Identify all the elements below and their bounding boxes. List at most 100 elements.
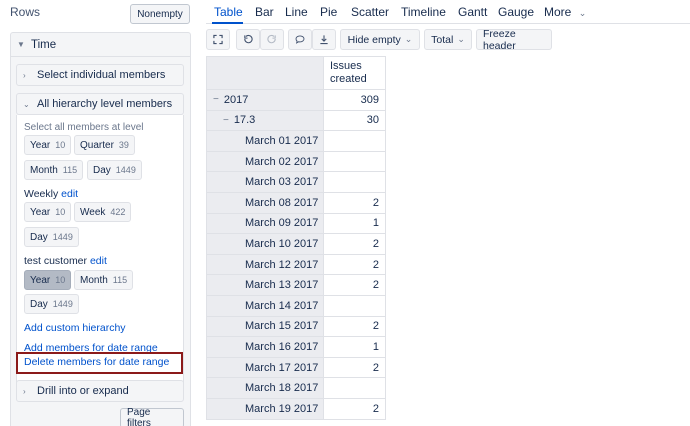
- custom-month-chip[interactable]: Month 115: [74, 270, 134, 290]
- value-cell: 309: [324, 90, 386, 111]
- drill-into-expand-section[interactable]: › Drill into or expand: [16, 380, 184, 402]
- tab-more[interactable]: More ⌄: [544, 5, 586, 19]
- custom-day-chip[interactable]: Day 1449: [24, 294, 79, 314]
- level-year-chip[interactable]: Year 10: [24, 135, 72, 155]
- row-label: March 17 2017: [245, 361, 319, 374]
- tab-timeline[interactable]: Timeline: [401, 5, 446, 19]
- hierarchy-name: test customer: [24, 255, 88, 267]
- select-individual-members-section[interactable]: › Select individual members: [16, 64, 184, 86]
- row-label: March 16 2017: [245, 340, 319, 353]
- column-header-line: Issues: [330, 60, 362, 72]
- nonempty-button[interactable]: Nonempty: [130, 4, 190, 24]
- value-cell: 2: [324, 316, 386, 338]
- value-cell: 2: [324, 275, 386, 296]
- value-cell: [324, 172, 386, 193]
- fullscreen-icon: [213, 34, 223, 45]
- tab-table[interactable]: Table: [214, 5, 243, 19]
- hide-empty-dropdown[interactable]: Hide empty ⌄: [340, 29, 420, 50]
- page-filters-button[interactable]: Page filters: [120, 407, 184, 426]
- chart-type-tabs: Table Bar Line Pie Scatter Timeline Gant…: [206, 0, 690, 24]
- level-quarter-chip[interactable]: Quarter 39: [74, 135, 135, 155]
- edit-custom-link[interactable]: edit: [90, 255, 107, 267]
- level-month-chip[interactable]: Month 115: [24, 160, 84, 180]
- row-label-cell[interactable]: March 13 2017: [206, 275, 324, 296]
- row-label: March 18 2017: [245, 382, 319, 395]
- level-name: Year: [30, 139, 51, 151]
- download-button[interactable]: [312, 29, 336, 50]
- chevron-down-icon: ▼: [17, 40, 25, 49]
- chevron-down-icon: ⌄: [578, 8, 587, 18]
- undo-button[interactable]: [236, 29, 260, 50]
- select-all-at-level-label: Select all members at level: [24, 122, 144, 133]
- row-label-cell[interactable]: March 09 2017: [206, 213, 324, 235]
- level-count: 10: [55, 140, 66, 150]
- chevron-right-icon: ›: [23, 386, 26, 396]
- row-label: March 03 2017: [245, 176, 319, 189]
- row-label-cell[interactable]: −17.3: [206, 110, 324, 132]
- value-cell: 1: [324, 213, 386, 235]
- total-label: Total: [431, 33, 454, 46]
- row-label: March 12 2017: [245, 258, 319, 271]
- row-label-cell[interactable]: March 18 2017: [206, 378, 324, 399]
- highlight-box: [16, 352, 183, 374]
- all-hierarchy-level-members-section[interactable]: ⌄ All hierarchy level members: [16, 93, 184, 115]
- weekly-week-chip[interactable]: Week 422: [74, 202, 132, 222]
- tab-gauge[interactable]: Gauge: [498, 5, 534, 19]
- weekly-hierarchy-label: Weekly edit: [24, 188, 78, 200]
- tab-bar[interactable]: Bar: [255, 5, 274, 19]
- tab-scatter[interactable]: Scatter: [351, 5, 389, 19]
- active-tab-indicator: [212, 22, 243, 24]
- level-count: 1449: [115, 165, 136, 175]
- add-custom-hierarchy-link[interactable]: Add custom hierarchy: [24, 322, 126, 334]
- collapse-icon[interactable]: −: [223, 115, 229, 126]
- weekly-year-chip[interactable]: Year 10: [24, 202, 72, 222]
- redo-icon: [267, 34, 276, 44]
- level-day-chip[interactable]: Day 1449: [87, 160, 142, 180]
- tab-pie[interactable]: Pie: [320, 5, 337, 19]
- hierarchy-name: Weekly: [24, 188, 59, 200]
- tab-gantt[interactable]: Gantt: [458, 5, 487, 19]
- row-label-cell[interactable]: March 15 2017: [206, 316, 324, 338]
- level-name: Year: [30, 206, 51, 218]
- row-label-cell[interactable]: March 16 2017: [206, 337, 324, 358]
- level-name: Day: [30, 231, 48, 243]
- row-label-cell[interactable]: March 10 2017: [206, 234, 324, 255]
- table-row: March 15 2017 2: [206, 316, 386, 338]
- value-cell: [324, 378, 386, 399]
- row-label-cell[interactable]: March 19 2017: [206, 399, 324, 420]
- table-row: −2017 309: [206, 90, 386, 111]
- fullscreen-button[interactable]: [206, 29, 230, 50]
- collapse-icon[interactable]: −: [213, 94, 219, 105]
- level-count: 422: [110, 207, 126, 217]
- custom-year-chip[interactable]: Year 10: [24, 270, 72, 290]
- row-label-cell[interactable]: March 03 2017: [206, 172, 324, 193]
- value-cell: 2: [324, 357, 386, 379]
- comment-button[interactable]: [288, 29, 312, 50]
- row-label: March 01 2017: [245, 134, 319, 147]
- rows-panel: Rows Nonempty ▼ Time › Select individual…: [0, 0, 200, 426]
- row-label-cell[interactable]: March 08 2017: [206, 193, 324, 214]
- tab-line[interactable]: Line: [285, 5, 308, 19]
- row-label: 2017: [223, 93, 249, 106]
- row-label-cell[interactable]: March 17 2017: [206, 357, 324, 379]
- table-row: March 16 2017 1: [206, 337, 386, 358]
- column-header-issues-created[interactable]: Issues created: [324, 56, 386, 90]
- freeze-header-button[interactable]: Freeze header: [476, 28, 552, 52]
- row-label: March 19 2017: [245, 402, 319, 415]
- total-dropdown[interactable]: Total ⌄: [424, 29, 472, 50]
- row-label-cell[interactable]: −2017: [206, 90, 324, 111]
- time-dimension-header[interactable]: ▼ Time: [11, 33, 190, 57]
- edit-weekly-link[interactable]: edit: [61, 188, 78, 200]
- table-row: −17.3 30: [206, 110, 386, 132]
- chevron-down-icon: ⌄: [457, 34, 465, 44]
- row-label-cell[interactable]: March 02 2017: [206, 151, 324, 173]
- row-label: March 08 2017: [245, 196, 319, 209]
- table-row: March 01 2017: [206, 131, 386, 152]
- redo-button[interactable]: [260, 29, 284, 50]
- row-label-cell[interactable]: March 12 2017: [206, 254, 324, 276]
- row-label-cell[interactable]: March 14 2017: [206, 296, 324, 317]
- value-cell: [324, 296, 386, 317]
- weekly-day-chip[interactable]: Day 1449: [24, 227, 79, 247]
- row-label-cell[interactable]: March 01 2017: [206, 131, 324, 152]
- level-count: 115: [112, 275, 128, 285]
